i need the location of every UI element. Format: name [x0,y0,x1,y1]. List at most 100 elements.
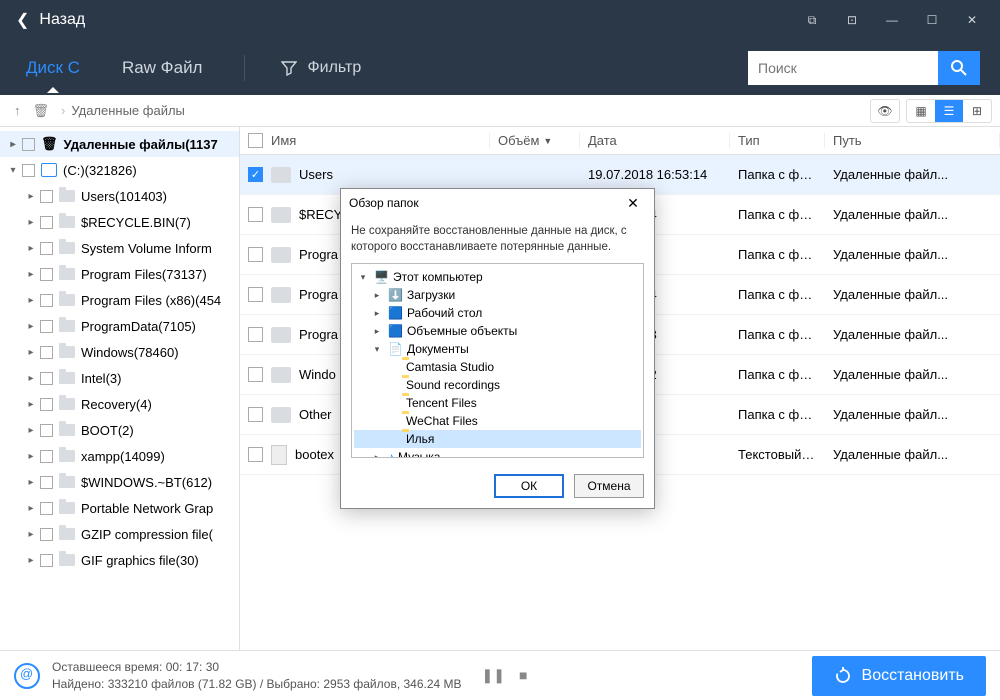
window-close-button[interactable]: ✕ [952,0,992,40]
file-type: Текстовый д... [730,447,825,462]
tree-music[interactable]: ▸ ♪ Музыка [354,448,641,458]
window-extra1-button[interactable]: ⧉ [792,0,832,40]
window-minimize-button[interactable]: ― [872,0,912,40]
row-checkbox[interactable] [248,247,263,262]
folder-icon [271,327,291,343]
view-list-button[interactable]: ☰ [935,100,963,122]
folder-icon [59,372,75,384]
tree-item[interactable]: ▸Program Files(73137) [0,261,239,287]
tree-label: $RECYCLE.BIN(7) [81,215,191,230]
row-checkbox[interactable] [248,367,263,382]
row-checkbox[interactable] [248,407,263,422]
nav-up-button[interactable]: ↑ [8,99,27,122]
file-path: Удаленные файл... [825,327,1000,342]
folder-icon [271,407,291,423]
tree-item[interactable]: ▸xampp(14099) [0,443,239,469]
file-name: bootex [295,447,334,462]
folder-icon [59,346,75,358]
file-type: Папка с фай... [730,367,825,382]
tree-label: Windows(78460) [81,345,179,360]
col-type[interactable]: Тип [730,133,825,148]
window-maximize-button[interactable]: ☐ [912,0,952,40]
row-checkbox[interactable] [248,207,263,222]
file-path: Удаленные файл... [825,207,1000,222]
tree-label: Program Files (x86)(454 [81,293,221,308]
tree-this-pc[interactable]: ▾ 🖥️ Этот компьютер [354,268,641,286]
row-checkbox[interactable]: ✓ [248,167,263,182]
row-checkbox[interactable] [248,327,263,342]
tree-item[interactable]: ▸Users(101403) [0,183,239,209]
tree-item[interactable]: ▸Portable Network Grap [0,495,239,521]
row-checkbox[interactable] [248,287,263,302]
tree-item[interactable]: ▸Program Files (x86)(454 [0,287,239,313]
tree-deleted-files[interactable]: ▸ 🗑 Удаленные файлы(1137 [0,131,239,157]
folder-icon [59,450,75,462]
folder-icon: 🟦 [388,324,403,338]
file-type: Папка с фай... [730,167,825,182]
file-name: Progra [299,287,338,302]
tree-item[interactable]: ▸BOOT(2) [0,417,239,443]
tree-item[interactable]: ▸🟦Объемные объекты [354,322,641,340]
col-date[interactable]: Дата [580,133,730,148]
folder-icon [271,207,291,223]
tree-drive-c[interactable]: ▾ (C:)(321826) [0,157,239,183]
tree-item[interactable]: ▸Windows(78460) [0,339,239,365]
toolbar: ↑ 🗑 › Удаленные файлы 👁 ▦ ☰ ⊞ [0,95,1000,127]
tree-item[interactable]: WeChat Files [354,412,641,430]
tab-disk-c[interactable]: Диск C [20,44,86,92]
file-path: Удаленные файл... [825,367,1000,382]
tab-raw-file[interactable]: Raw Файл [116,44,209,92]
col-path[interactable]: Путь [825,133,1000,148]
stop-button[interactable]: ■ [519,667,527,684]
tree-item[interactable]: ▸$RECYCLE.BIN(7) [0,209,239,235]
folder-tree[interactable]: ▸ 🗑 Удаленные файлы(1137 ▾ (C:)(321826) … [0,127,240,650]
delete-button[interactable]: 🗑 [27,99,56,123]
window-extra2-button[interactable]: ⊡ [832,0,872,40]
back-button[interactable]: ❮ Назад [8,10,93,30]
tree-item[interactable]: ▸Intel(3) [0,365,239,391]
tree-item[interactable]: ▸🟦Рабочий стол [354,304,641,322]
tree-item[interactable]: ▸Recovery(4) [0,391,239,417]
col-name[interactable]: Имя [240,133,490,148]
file-path: Удаленные файл... [825,167,1000,182]
tree-label: GZIP compression file( [81,527,213,542]
found-summary: Найдено: 333210 файлов (71.82 GB) / Выбр… [52,676,462,693]
tree-label: Удаленные файлы(1137 [64,137,218,152]
tree-item[interactable]: Tencent Files [354,394,641,412]
tree-label: Portable Network Grap [81,501,213,516]
dialog-ok-button[interactable]: ОК [494,474,564,498]
tree-item[interactable]: ▸⬇️Загрузки [354,286,641,304]
tree-documents[interactable]: ▾ 📄 Документы [354,340,641,358]
tree-item[interactable]: ▸System Volume Inform [0,235,239,261]
tree-item[interactable]: ▸GZIP compression file( [0,521,239,547]
tree-item[interactable]: ▸$WINDOWS.~BT(612) [0,469,239,495]
tree-item[interactable]: ▸GIF graphics file(30) [0,547,239,573]
search-input[interactable] [748,51,938,85]
search-button[interactable] [938,51,980,85]
restore-button[interactable]: Восстановить [812,656,986,696]
view-grid-button[interactable]: ▦ [907,100,935,122]
dialog-cancel-button[interactable]: Отмена [574,474,644,498]
filter-button[interactable]: Фильтр [281,59,361,77]
scan-progress-icon [14,663,40,689]
col-size[interactable]: Объём ▼ [490,133,580,148]
dialog-close-button[interactable]: ✕ [620,192,646,214]
tree-item[interactable]: Sound recordings [354,376,641,394]
pause-button[interactable]: ❚❚ [482,667,505,684]
disk-icon [41,163,57,177]
row-checkbox[interactable] [248,447,263,462]
tree-label: GIF graphics file(30) [81,553,199,568]
restore-icon [834,667,852,685]
preview-eye-button[interactable]: 👁 [871,100,899,122]
tree-item[interactable]: Илья [354,430,641,448]
tree-label: BOOT(2) [81,423,134,438]
tree-item[interactable]: Camtasia Studio [354,358,641,376]
folder-icon [59,424,75,436]
dialog-folder-tree[interactable]: ▾ 🖥️ Этот компьютер ▸⬇️Загрузки▸🟦Рабочий… [351,263,644,458]
view-details-button[interactable]: ⊞ [963,100,991,122]
folder-icon [59,554,75,566]
file-path: Удаленные файл... [825,287,1000,302]
tree-item[interactable]: ▸ProgramData(7105) [0,313,239,339]
file-type: Папка с фай... [730,407,825,422]
tree-label: xampp(14099) [81,449,165,464]
